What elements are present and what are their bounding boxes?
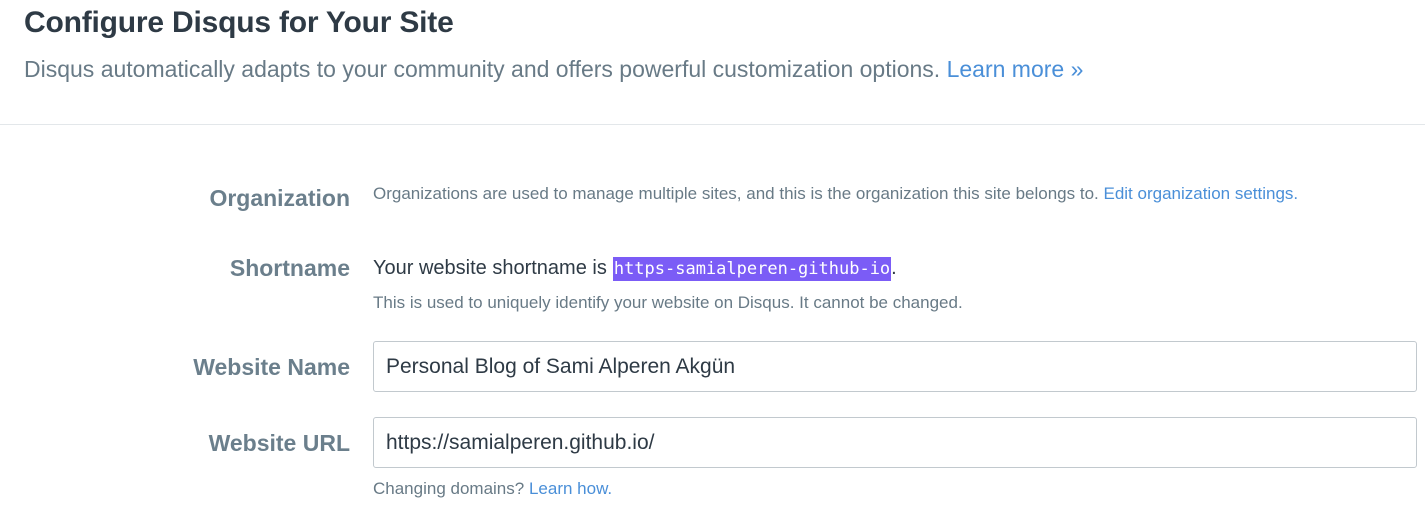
website-name-label: Website Name [193,354,350,380]
website-url-help: Changing domains? Learn how. [373,479,612,499]
organization-label: Organization [209,185,350,211]
shortname-help: This is used to uniquely identify your w… [373,293,963,312]
shortname-prefix: Your website shortname is [373,257,607,279]
edit-organization-settings-link[interactable]: Edit organization settings. [1103,184,1298,203]
shortname-value: https-samialperen-github-io [612,257,892,281]
learn-more-link[interactable]: Learn more » [947,56,1084,82]
page-subtitle-text: Disqus automatically adapts to your comm… [24,56,941,82]
page-header: Configure Disqus for Your Site Disqus au… [0,0,1425,125]
page-subtitle: Disqus automatically adapts to your comm… [24,56,1083,83]
changing-domains-text: Changing domains? [373,479,525,498]
learn-how-link[interactable]: Learn how. [529,479,612,498]
organization-description-text: Organizations are used to manage multipl… [373,184,1099,203]
shortname-line: Your website shortname is https-samialper… [373,257,897,281]
page-title: Configure Disqus for Your Site [24,6,454,39]
website-url-label: Website URL [208,430,350,456]
website-url-input[interactable] [373,417,1417,468]
website-name-input[interactable] [373,341,1417,392]
shortname-label: Shortname [229,255,350,281]
organization-description: Organizations are used to manage multipl… [373,184,1298,204]
shortname-suffix: . [891,257,897,279]
